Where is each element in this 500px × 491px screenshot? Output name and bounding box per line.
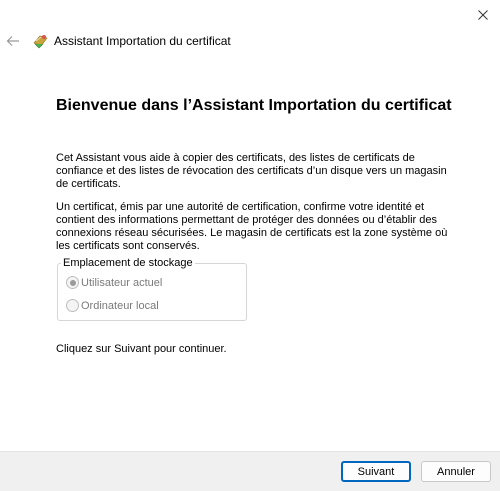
certificate-icon bbox=[32, 32, 50, 50]
radio-local-machine[interactable]: Ordinateur local bbox=[66, 299, 159, 312]
radio-label: Utilisateur actuel bbox=[81, 276, 163, 289]
intro-paragraph: Cet Assistant vous aide à copier des cer… bbox=[56, 152, 447, 190]
radio-button[interactable] bbox=[66, 299, 79, 312]
title-bar: Assistant Importation du certificat bbox=[0, 28, 500, 54]
close-button[interactable] bbox=[466, 0, 500, 30]
back-arrow-icon bbox=[6, 36, 19, 46]
page-heading: Bienvenue dans l’Assistant Importation d… bbox=[56, 97, 452, 114]
radio-label: Ordinateur local bbox=[81, 299, 159, 312]
next-button[interactable]: Suivant bbox=[341, 461, 411, 482]
radio-button-checked[interactable] bbox=[66, 276, 79, 289]
button-bar: Suivant Annuler bbox=[0, 451, 500, 491]
back-button[interactable] bbox=[2, 30, 24, 52]
storage-location-legend: Emplacement de stockage bbox=[61, 257, 195, 269]
close-icon bbox=[478, 10, 488, 20]
continue-instruction: Cliquez sur Suivant pour continuer. bbox=[56, 343, 227, 355]
storage-location-group bbox=[57, 263, 247, 321]
radio-current-user[interactable]: Utilisateur actuel bbox=[66, 276, 162, 289]
description-paragraph: Un certificat, émis par une autorité de … bbox=[56, 201, 448, 252]
window-title: Assistant Importation du certificat bbox=[54, 34, 231, 48]
cancel-button[interactable]: Annuler bbox=[421, 461, 491, 482]
